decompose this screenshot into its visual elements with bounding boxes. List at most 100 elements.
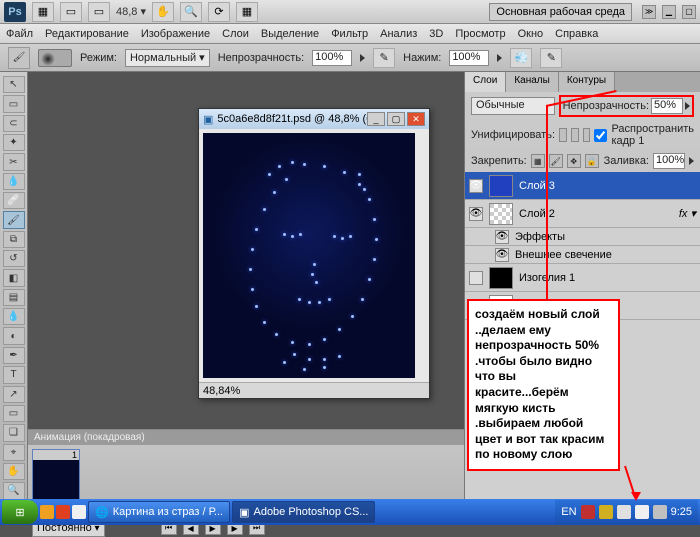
opacity-field[interactable]: 100% <box>312 50 352 66</box>
screen-mode-button[interactable]: ▭ <box>88 2 110 22</box>
opacity-slider-icon[interactable] <box>685 102 690 110</box>
layer-thumb[interactable] <box>489 203 513 225</box>
crop-tool[interactable]: ✂ <box>3 153 25 170</box>
hand-button[interactable]: ✋ <box>152 2 174 22</box>
path-tool[interactable]: ↗ <box>3 386 25 403</box>
layer-row[interactable]: 👁 Слой 3 <box>465 172 700 200</box>
taskbar-item[interactable]: 🌐Картина из страз / Р... <box>88 501 230 523</box>
flow-arrow-icon[interactable] <box>497 54 502 62</box>
visibility-icon[interactable]: 👁 <box>495 230 509 244</box>
unify-visibility-icon[interactable] <box>571 128 579 142</box>
tray-icon[interactable] <box>635 505 649 519</box>
maximize-window[interactable]: ▢ <box>682 5 696 19</box>
rotate-button[interactable]: ⟳ <box>208 2 230 22</box>
layer-opacity-field[interactable]: 50% <box>651 98 683 114</box>
tab-channels[interactable]: Каналы <box>506 72 559 92</box>
zoom-button[interactable]: 🔍 <box>180 2 202 22</box>
pen-tool[interactable]: ✒ <box>3 347 25 364</box>
wand-tool[interactable]: ✦ <box>3 134 25 151</box>
airbrush-button[interactable]: 💨 <box>510 48 532 68</box>
menu-file[interactable]: Файл <box>6 28 33 40</box>
doc-maximize[interactable]: ▢ <box>387 112 405 126</box>
visibility-icon[interactable]: 👁 <box>469 207 483 221</box>
lasso-tool[interactable]: ⊂ <box>3 115 25 132</box>
tab-paths[interactable]: Контуры <box>559 72 615 92</box>
3d-camera-tool[interactable]: ⌖ <box>3 444 25 461</box>
history-brush-tool[interactable]: ↺ <box>3 250 25 267</box>
document-window[interactable]: ▣ 5c0a6e8d8f21t.psd @ 48,8% (Сл... _ ▢ ✕… <box>198 108 430 399</box>
visibility-icon[interactable] <box>469 271 483 285</box>
eyedropper-tool[interactable]: 💧 <box>3 173 25 190</box>
start-button[interactable]: ⊞ <box>2 500 38 524</box>
tablet-opacity-button[interactable]: ✎ <box>373 48 395 68</box>
menu-3d[interactable]: 3D <box>429 28 443 40</box>
marquee-tool[interactable]: ▭ <box>3 95 25 112</box>
move-tool[interactable]: ↖ <box>3 76 25 93</box>
expand-icon[interactable]: ≫ <box>642 5 656 19</box>
unify-style-icon[interactable] <box>583 128 591 142</box>
doc-close[interactable]: ✕ <box>407 112 425 126</box>
lock-all-icon[interactable]: 🔒 <box>585 154 599 168</box>
brush-tool[interactable]: 🖌 <box>3 211 25 228</box>
menu-help[interactable]: Справка <box>555 28 598 40</box>
layer-name[interactable]: Слой 2 <box>519 208 555 220</box>
3d-tool[interactable]: ❏ <box>3 424 25 441</box>
tray-icon[interactable] <box>599 505 613 519</box>
hand-tool[interactable]: ✋ <box>3 463 25 480</box>
zoom-tool[interactable]: 🔍 <box>3 482 25 499</box>
tray-icon[interactable] <box>581 505 595 519</box>
lock-pixels-icon[interactable]: ▦ <box>531 154 545 168</box>
language-indicator[interactable]: EN <box>561 506 576 518</box>
menu-edit[interactable]: Редактирование <box>45 28 129 40</box>
view-extras-button[interactable]: ▭ <box>60 2 82 22</box>
menu-filter[interactable]: Фильтр <box>331 28 368 40</box>
quick-launch-icon[interactable] <box>56 505 70 519</box>
canvas[interactable] <box>203 133 415 378</box>
stamp-tool[interactable]: ⧉ <box>3 231 25 248</box>
layer-name[interactable]: Слой 3 <box>519 180 555 192</box>
menu-window[interactable]: Окно <box>518 28 544 40</box>
tray-icon[interactable] <box>653 505 667 519</box>
tab-layers[interactable]: Слои <box>465 72 506 92</box>
shape-tool[interactable]: ▭ <box>3 405 25 422</box>
flow-field[interactable]: 100% <box>449 50 489 66</box>
blend-mode-select[interactable]: Нормальный ▾ <box>125 49 210 67</box>
layer-row[interactable]: 👁 Слой 2 fx ▾ <box>465 200 700 228</box>
arrange-button[interactable]: ▦ <box>236 2 258 22</box>
doc-minimize[interactable]: _ <box>367 112 385 126</box>
fill-slider-icon[interactable] <box>689 157 694 165</box>
blur-tool[interactable]: 💧 <box>3 308 25 325</box>
type-tool[interactable]: T <box>3 366 25 383</box>
layer-effect-glow[interactable]: 👁 Внешнее свечение <box>465 246 700 264</box>
layer-effects[interactable]: 👁 Эффекты <box>465 228 700 246</box>
minimize-window[interactable]: ▁ <box>662 5 676 19</box>
layer-row[interactable]: Изогелия 1 <box>465 264 700 292</box>
quick-launch-icon[interactable] <box>40 505 54 519</box>
quick-launch-icon[interactable] <box>72 505 86 519</box>
layer-thumb[interactable] <box>489 267 513 289</box>
clock[interactable]: 9:25 <box>671 506 692 518</box>
dodge-tool[interactable]: ◐ <box>3 327 25 344</box>
brush-preset[interactable] <box>38 49 72 67</box>
lock-position-icon[interactable]: ✥ <box>567 154 581 168</box>
menu-view[interactable]: Просмотр <box>455 28 505 40</box>
workspace-switcher[interactable]: Основная рабочая среда <box>489 3 632 21</box>
visibility-icon[interactable]: 👁 <box>469 179 483 193</box>
animation-header[interactable]: Анимация (покадровая) <box>28 430 464 445</box>
menu-analysis[interactable]: Анализ <box>380 28 417 40</box>
eraser-tool[interactable]: ◧ <box>3 269 25 286</box>
propagate-checkbox[interactable] <box>594 129 607 142</box>
document-titlebar[interactable]: ▣ 5c0a6e8d8f21t.psd @ 48,8% (Сл... _ ▢ ✕ <box>199 109 429 129</box>
lock-paint-icon[interactable]: 🖌 <box>549 154 563 168</box>
layer-thumb[interactable] <box>489 175 513 197</box>
menu-layers[interactable]: Слои <box>222 28 249 40</box>
healing-tool[interactable]: 🩹 <box>3 192 25 209</box>
layer-blend-mode[interactable]: Обычные <box>471 97 555 115</box>
bridge-button[interactable]: ▦ <box>32 2 54 22</box>
visibility-icon[interactable]: 👁 <box>495 248 509 262</box>
unify-position-icon[interactable] <box>559 128 567 142</box>
gradient-tool[interactable]: ▤ <box>3 289 25 306</box>
tray-icon[interactable] <box>617 505 631 519</box>
opacity-arrow-icon[interactable] <box>360 54 365 62</box>
taskbar-item[interactable]: ▣Adobe Photoshop CS... <box>232 501 375 523</box>
